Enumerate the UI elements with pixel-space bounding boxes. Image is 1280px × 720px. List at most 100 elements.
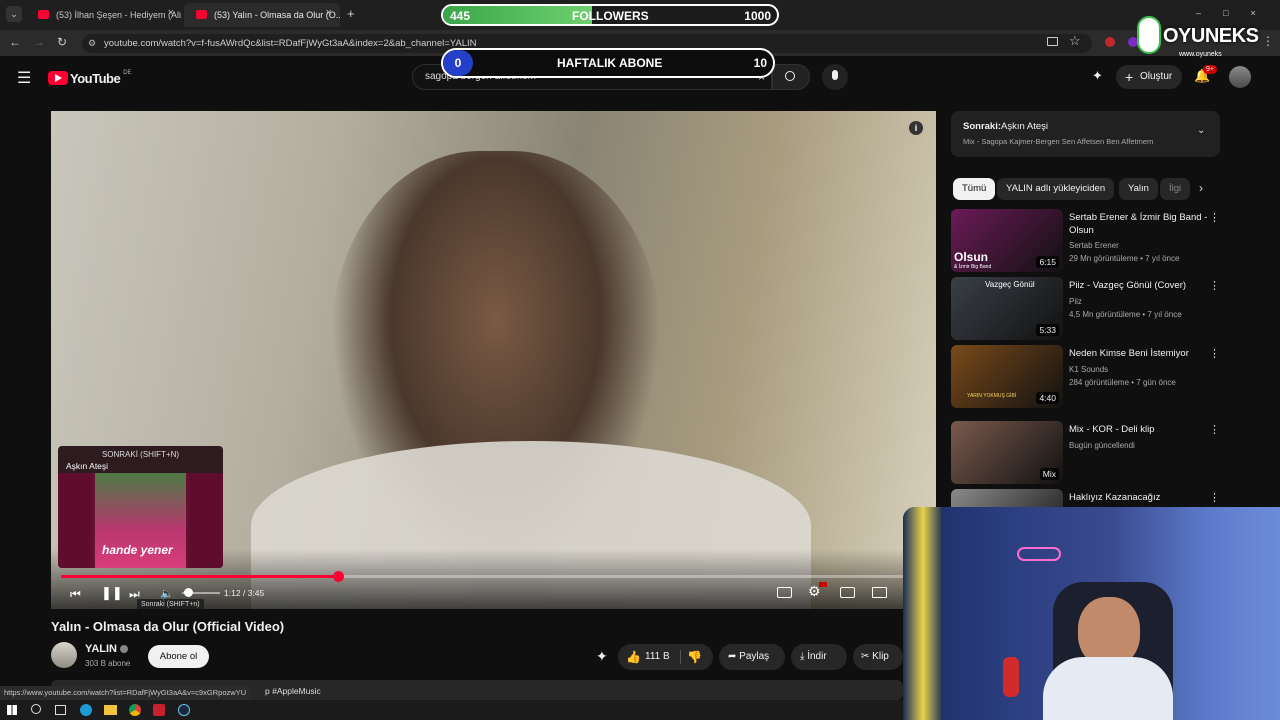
video-meta: 29 Mn görüntüleme • 7 yıl önce: [1069, 254, 1180, 263]
brand-url: www.oyuneks: [1179, 51, 1222, 58]
windows-start-icon[interactable]: [7, 705, 17, 715]
reload-icon[interactable]: ↻: [57, 35, 67, 49]
video-title[interactable]: Piiz - Vazgeç Gönül (Cover): [1069, 279, 1209, 292]
video-title[interactable]: Haklıyız Kazanacağız: [1069, 491, 1209, 504]
related-video-item[interactable]: Vazgeç Gönül 5:33 Piiz - Vazgeç Gönül (Cov…: [951, 277, 1226, 341]
forward-icon[interactable]: →: [33, 35, 45, 49]
share-button[interactable]: ➦ Paylaş: [719, 644, 785, 670]
more-options-icon[interactable]: ⋮: [1209, 279, 1220, 292]
streamer-shirt: [1043, 657, 1173, 720]
video-title[interactable]: Mix - KOR - Deli klip: [1069, 423, 1209, 436]
thumbnail-text: Olsun: [954, 250, 989, 264]
video-thumbnail[interactable]: Olsun & İzmir Big Band 6:15: [951, 209, 1063, 272]
chrome-icon[interactable]: [129, 704, 141, 716]
youtube-wordmark: YouTube: [70, 70, 121, 86]
download-icon: ⤓: [800, 651, 805, 662]
chevron-down-icon[interactable]: ⌄: [1197, 125, 1205, 136]
new-tab-button[interactable]: +: [347, 6, 355, 21]
video-meta: 4,5 Mn görüntüleme • 7 yıl önce: [1069, 310, 1182, 319]
video-thumbnail[interactable]: YARIN YOKMUŞ GİBİ 4:40: [951, 345, 1063, 408]
mix-playlist-panel[interactable]: Sonraki: Aşkın Ateşi Mix - Sagopa Kajmer…: [951, 111, 1220, 157]
tab-ilhan-sesen[interactable]: (53) İlhan Şeşen - Hediyem (Ali... ×: [26, 3, 182, 27]
subs-current-badge: 0: [443, 50, 473, 76]
video-thumbnail[interactable]: Mix: [951, 421, 1063, 484]
tab-list-icon[interactable]: ⌄: [6, 6, 22, 22]
video-title[interactable]: Neden Kimse Beni İstemiyor: [1069, 347, 1209, 360]
more-options-icon[interactable]: ⋮: [1209, 491, 1220, 504]
extension-icon[interactable]: [1105, 37, 1115, 47]
channel-avatar[interactable]: [51, 642, 77, 668]
premium-badge-icon[interactable]: ✦: [1092, 68, 1103, 84]
tab-yalin[interactable]: (53) Yalın - Olmasa da Olur (O... ×: [184, 3, 340, 27]
duration-badge: 4:40: [1036, 392, 1059, 404]
chevron-right-icon[interactable]: ›: [1199, 181, 1203, 195]
divider: [680, 650, 681, 664]
cast-icon[interactable]: [1047, 37, 1058, 46]
youtube-logo[interactable]: YouTube DE: [48, 70, 132, 86]
microphone-icon: [832, 70, 838, 80]
related-video-item[interactable]: YARIN YOKMUŞ GİBİ 4:40 Neden Kimse Beni İs…: [951, 345, 1226, 409]
back-icon[interactable]: ←: [9, 35, 21, 49]
mascot-icon: [1137, 16, 1161, 54]
channel-name[interactable]: YALIN: [85, 643, 117, 655]
followers-current: 445: [450, 9, 471, 23]
scrubber-handle[interactable]: [332, 571, 344, 582]
youtube-favicon-icon: [196, 10, 207, 19]
volume-knob[interactable]: [184, 588, 193, 597]
search-button[interactable]: [772, 64, 810, 90]
duration-badge: 6:15: [1036, 256, 1059, 268]
video-channel: Piiz: [1069, 297, 1082, 306]
voice-search-button[interactable]: [822, 64, 848, 90]
search-icon[interactable]: [31, 704, 41, 714]
next-title: Aşkın Ateşi: [1001, 121, 1048, 132]
task-view-icon[interactable]: [55, 705, 66, 715]
close-tab-icon[interactable]: ×: [326, 7, 332, 19]
chip-yalin[interactable]: Yalın: [1119, 178, 1158, 200]
download-label: İndir: [807, 651, 827, 662]
duration-badge: Mix: [1039, 468, 1059, 480]
download-button[interactable]: ⤓ İndir: [791, 644, 847, 670]
edge-icon[interactable]: [80, 704, 92, 716]
related-video-item[interactable]: Mix Mix - KOR - Deli klip Bugün güncellend…: [951, 421, 1226, 485]
chip-related[interactable]: İlgi: [1160, 178, 1190, 200]
next-video-preview[interactable]: SONRAKİ (SHIFT+N) Aşkın Ateşi hande yene…: [58, 446, 223, 568]
next-tooltip: Sonraki (SHIFT+n): [137, 599, 204, 609]
hamburger-menu-icon[interactable]: ☰: [17, 68, 31, 88]
volume-icon[interactable]: 🔈: [160, 587, 174, 600]
theater-mode-icon[interactable]: [872, 587, 887, 598]
chip-all[interactable]: Tümü: [953, 178, 996, 200]
video-thumbnail[interactable]: Vazgeç Gönül 5:33: [951, 277, 1063, 340]
bookmark-star-icon[interactable]: ☆: [1069, 33, 1081, 49]
related-video-item[interactable]: Olsun & İzmir Big Band 6:15 Sertab Erener &…: [951, 209, 1226, 273]
info-icon[interactable]: i: [909, 121, 923, 135]
app-icon[interactable]: [153, 704, 165, 716]
subtitles-icon[interactable]: [777, 587, 792, 598]
like-button[interactable]: 👍 111 B: [618, 644, 680, 670]
miniplayer-icon[interactable]: [840, 587, 855, 598]
video-title[interactable]: Sertab Erener & İzmir Big Band - Olsun: [1069, 211, 1209, 237]
pause-icon[interactable]: ❚❚: [101, 585, 123, 601]
more-options-icon[interactable]: ⋮: [1209, 423, 1220, 436]
thumbnail-subtext: & İzmir Big Band: [954, 264, 992, 270]
steam-icon[interactable]: [178, 704, 190, 716]
previous-icon[interactable]: ⏮: [70, 587, 81, 602]
more-options-icon[interactable]: ⋮: [1209, 347, 1220, 360]
more-options-icon[interactable]: ⋮: [1209, 211, 1220, 224]
avatar[interactable]: [1229, 66, 1251, 88]
subscribe-button[interactable]: Abone ol: [148, 645, 209, 668]
file-explorer-icon[interactable]: [104, 705, 117, 715]
related-video-item[interactable]: Haklıyız Kazanacağız ⋮: [951, 489, 1226, 507]
close-tab-icon[interactable]: ×: [168, 7, 174, 19]
microphone: [1003, 657, 1019, 697]
duration-badge: 5:33: [1036, 324, 1059, 336]
progress-bar[interactable]: [61, 571, 926, 582]
dislike-button[interactable]: 👎: [687, 644, 702, 670]
create-button[interactable]: + Oluştur: [1116, 65, 1182, 89]
weekly-subs-goal-bar: 0 HAFTALIK ABONE 10: [441, 48, 775, 78]
premium-sparkle-icon[interactable]: ✦: [596, 648, 608, 665]
site-info-icon[interactable]: ⚙: [88, 34, 96, 53]
chip-from-uploader[interactable]: YALIN adlı yükleyiciden: [997, 178, 1115, 200]
clip-button[interactable]: ✂ Klip: [853, 644, 903, 670]
webcam-overlay: [903, 507, 1280, 720]
video-thumbnail[interactable]: [951, 489, 1063, 507]
